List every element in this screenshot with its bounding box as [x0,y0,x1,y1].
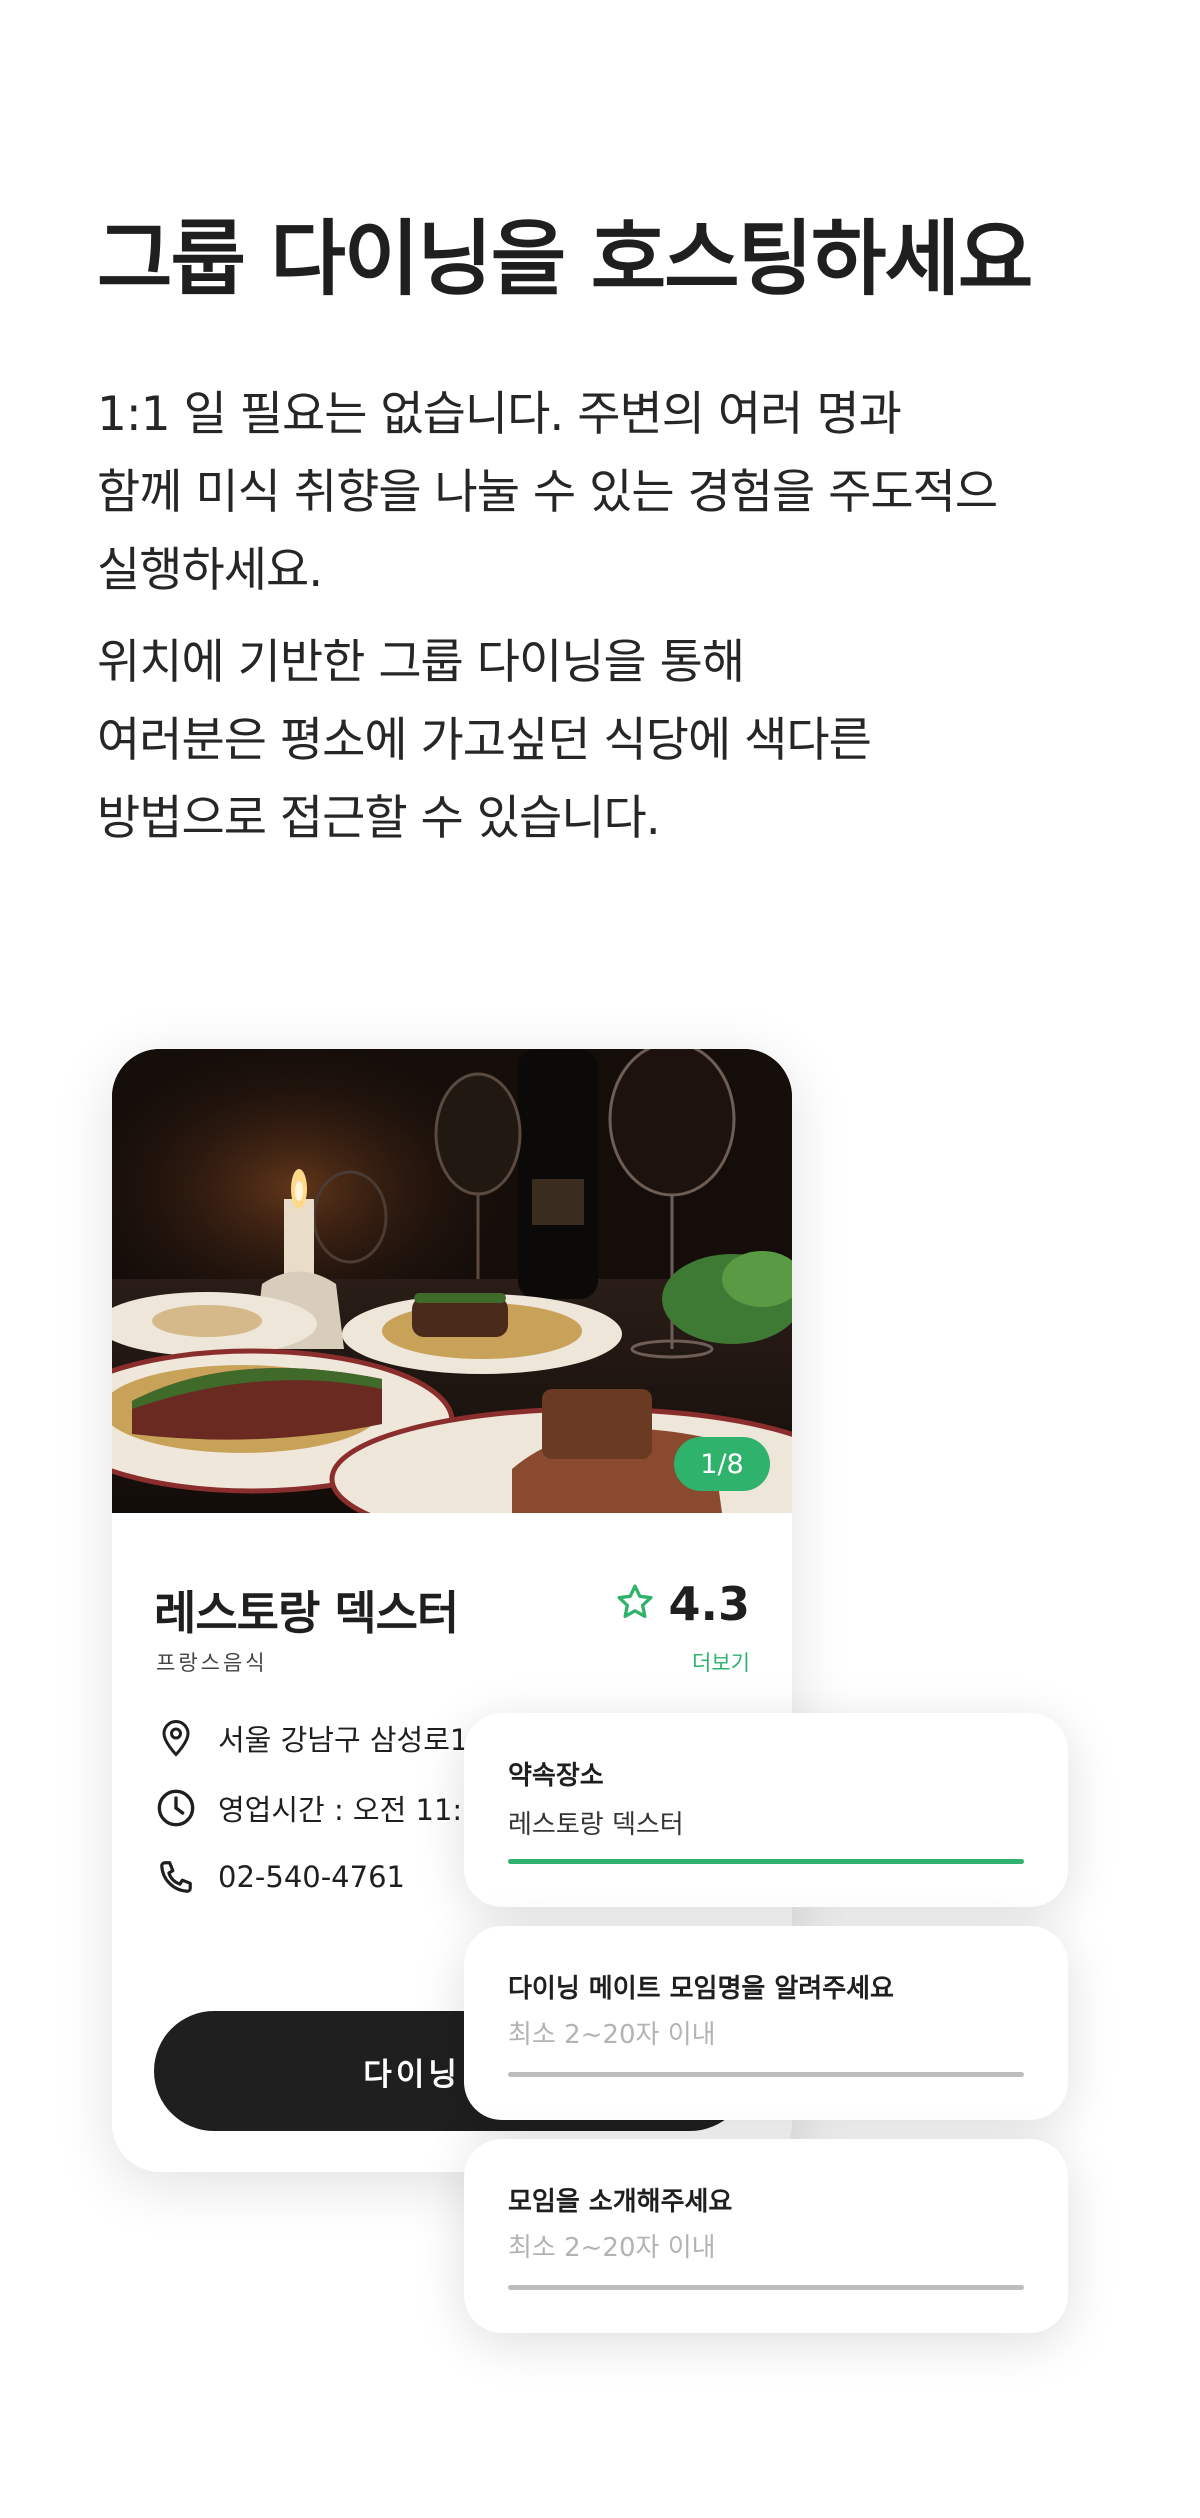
group-name-input[interactable] [508,2020,1024,2050]
phone-icon [156,1857,196,1897]
more-link[interactable]: 더보기 [692,1647,750,1677]
intro-paragraph: 1:1 일 필요는 없습니다. 주변의 여러 명과 함께 미식 취향을 나눌 수… [97,376,998,610]
meeting-place-field: 약속장소 [464,1713,1068,1907]
detail-line: 방법으로 접근할 수 있습니다. [97,791,661,846]
meeting-place-label: 약속장소 [508,1761,604,1791]
intro-line: 실행하세요. [97,543,323,598]
clock-icon [156,1788,196,1828]
intro-line: 1:1 일 필요는 없습니다. 주변의 여러 명과 [97,387,902,442]
hours-text: 영업시간 : 오전 11:3 [218,1793,481,1827]
meeting-place-input[interactable] [508,1807,1024,1837]
group-intro-label: 모임을 소개해주세요 [508,2187,733,2217]
meeting-place-underline [508,1859,1024,1864]
restaurant-photo[interactable]: 1/8 [112,1049,792,1513]
restaurant-name: 레스토랑 덱스터 [154,1586,459,1640]
intro-line: 함께 미식 취향을 나눌 수 있는 경험을 주도적으 [97,465,998,520]
phone-text[interactable]: 02-540-4761 [218,1860,405,1894]
star-icon [615,1582,655,1626]
rating-value: 4.3 [668,1577,751,1631]
address-row: 서울 강남구 삼성로1 [156,1717,468,1759]
group-name-underline [508,2072,1024,2077]
photo-page-badge: 1/8 [674,1437,770,1491]
phone-row: 02-540-4761 [156,1857,405,1897]
detail-paragraph: 위치에 기반한 그룹 다이닝을 통해 여러분은 평소에 가고싶던 식당에 색다른… [97,624,872,858]
detail-line: 여러분은 평소에 가고싶던 식당에 색다른 [97,713,872,768]
restaurant-category: 프랑스음식 [156,1651,268,1675]
location-pin-icon [156,1718,196,1758]
page-headline: 그룹 다이닝을 호스팅하세요 [97,212,1033,307]
rating: 4.3 [615,1577,751,1631]
group-intro-underline [508,2285,1024,2290]
group-name-field: 다이닝 메이트 모임명을 알려주세요 [464,1926,1068,2120]
address-text: 서울 강남구 삼성로1 [218,1723,469,1757]
group-intro-input[interactable] [508,2233,1024,2263]
group-intro-field: 모임을 소개해주세요 [464,2139,1068,2333]
group-name-label: 다이닝 메이트 모임명을 알려주세요 [508,1974,894,2004]
detail-line: 위치에 기반한 그룹 다이닝을 통해 [97,635,745,690]
hours-row: 영업시간 : 오전 11:3 [156,1787,481,1829]
